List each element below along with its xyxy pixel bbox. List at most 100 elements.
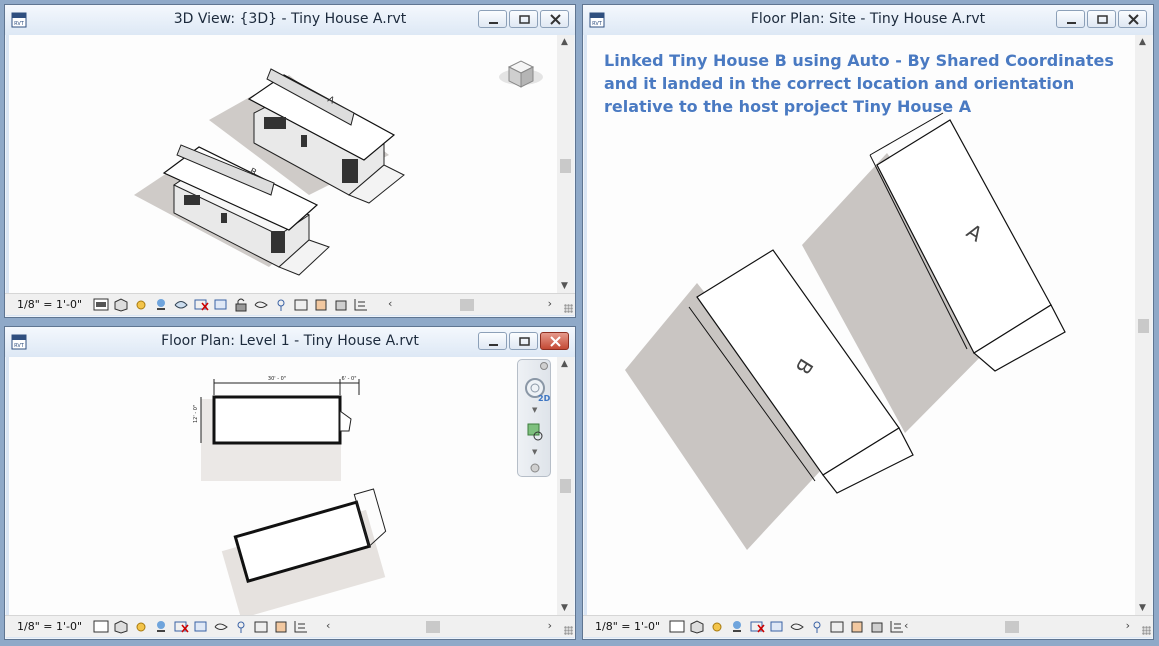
svg-text:▼: ▼: [532, 448, 538, 456]
site-plan-drawing: A B: [625, 112, 1066, 550]
scroll-down-arrow[interactable]: ▼: [561, 603, 568, 613]
detail-level-icon[interactable]: [93, 297, 109, 312]
view-scale[interactable]: 1/8" = 1'-0": [17, 298, 82, 311]
scroll-thumb[interactable]: [560, 159, 571, 173]
3d-model-drawing: A B: [134, 60, 543, 276]
3d-view-canvas[interactable]: A B: [9, 35, 557, 293]
resize-grip[interactable]: [1142, 626, 1151, 635]
window-3d-view[interactable]: RVT 3D View: {3D} - Tiny House A.rvt A B…: [4, 4, 576, 318]
show-crop-region-icon[interactable]: [213, 297, 229, 312]
reveal-hidden-icon[interactable]: [273, 297, 289, 312]
crop-view-icon[interactable]: [193, 297, 209, 312]
scroll-thumb[interactable]: [1005, 621, 1019, 633]
analytical-model-icon[interactable]: [849, 619, 865, 634]
analytical-model-icon[interactable]: [273, 619, 289, 634]
temporary-view-properties-icon[interactable]: [293, 297, 309, 312]
crop-view-icon[interactable]: [173, 619, 189, 634]
sun-path-icon[interactable]: [133, 297, 149, 312]
titlebar[interactable]: RVT Floor Plan: Level 1 - Tiny House A.r…: [5, 327, 575, 357]
reveal-hidden-icon[interactable]: [809, 619, 825, 634]
scroll-right-arrow[interactable]: ›: [548, 619, 552, 632]
unlocked-3d-view-icon[interactable]: [233, 297, 249, 312]
scroll-thumb[interactable]: [1138, 319, 1149, 333]
highlight-displacement-icon[interactable]: [333, 297, 349, 312]
close-button[interactable]: [540, 10, 569, 28]
reveal-constraints-icon[interactable]: [353, 297, 369, 312]
scroll-left-arrow[interactable]: ‹: [904, 619, 908, 632]
reveal-hidden-icon[interactable]: [233, 619, 249, 634]
temporary-view-properties-icon[interactable]: [829, 619, 845, 634]
sun-path-icon[interactable]: [133, 619, 149, 634]
floor-plan-drawing: 30' - 0" 6' - 0" 12' - 0": [193, 376, 387, 615]
restore-button[interactable]: [1087, 10, 1116, 28]
note-line-3: relative to the host project Tiny House …: [604, 97, 972, 116]
view-control-bar: 1/8" = 1'-0" ‹ ›: [583, 615, 1153, 637]
close-button[interactable]: [540, 332, 569, 350]
analytical-model-icon[interactable]: [313, 297, 329, 312]
view-scale[interactable]: 1/8" = 1'-0": [17, 620, 82, 633]
horizontal-scrollbar[interactable]: ‹ ›: [323, 619, 555, 634]
show-crop-region-icon[interactable]: [193, 619, 209, 634]
annotation-note: Linked Tiny House B using Auto - By Shar…: [604, 49, 1114, 118]
resize-grip[interactable]: [564, 304, 573, 313]
view-scale[interactable]: 1/8" = 1'-0": [595, 620, 660, 633]
site-canvas[interactable]: A B Linked Tiny House B using Auto - By …: [587, 35, 1135, 615]
note-line-1: Linked Tiny House B using Auto - By Shar…: [604, 51, 1114, 70]
minimize-button[interactable]: [478, 332, 507, 350]
level1-canvas[interactable]: 30' - 0" 6' - 0" 12' - 0" 2D ▼ ▼: [9, 357, 557, 615]
dimension-side: 6' - 0": [341, 376, 356, 382]
scroll-thumb[interactable]: [560, 479, 571, 493]
minimize-button[interactable]: [1056, 10, 1085, 28]
scroll-down-arrow[interactable]: ▼: [561, 281, 568, 291]
scroll-thumb[interactable]: [426, 621, 440, 633]
horizontal-scrollbar[interactable]: ‹ ›: [901, 619, 1133, 634]
scroll-right-arrow[interactable]: ›: [1126, 619, 1130, 632]
resize-grip[interactable]: [564, 626, 573, 635]
note-line-2: and it landed in the correct location an…: [604, 74, 1075, 93]
scroll-up-arrow[interactable]: ▲: [1139, 37, 1146, 47]
scroll-up-arrow[interactable]: ▲: [561, 37, 568, 47]
restore-button[interactable]: [509, 332, 538, 350]
visual-style-icon[interactable]: [689, 619, 705, 634]
render-icon[interactable]: [173, 297, 189, 312]
close-button[interactable]: [1118, 10, 1147, 28]
navigation-bar-icons: 2D ▼ ▼: [525, 362, 551, 473]
scroll-left-arrow[interactable]: ‹: [326, 619, 330, 632]
window-floor-plan-level1[interactable]: RVT Floor Plan: Level 1 - Tiny House A.r…: [4, 326, 576, 640]
reveal-constraints-icon[interactable]: [293, 619, 309, 634]
crop-view-icon[interactable]: [749, 619, 765, 634]
detail-level-icon[interactable]: [93, 619, 109, 634]
vertical-scrollbar[interactable]: ▲ ▼: [557, 357, 574, 615]
restore-button[interactable]: [509, 10, 538, 28]
minimize-button[interactable]: [478, 10, 507, 28]
scroll-left-arrow[interactable]: ‹: [388, 297, 392, 310]
titlebar[interactable]: RVT 3D View: {3D} - Tiny House A.rvt: [5, 5, 575, 35]
scroll-up-arrow[interactable]: ▲: [561, 359, 568, 369]
vertical-scrollbar[interactable]: ▲ ▼: [1135, 35, 1152, 615]
detail-level-icon[interactable]: [669, 619, 685, 634]
visual-style-icon[interactable]: [113, 297, 129, 312]
sun-path-icon[interactable]: [709, 619, 725, 634]
visual-style-icon[interactable]: [113, 619, 129, 634]
navigation-bar[interactable]: 2D ▼ ▼: [517, 359, 551, 477]
shadows-icon[interactable]: [153, 619, 169, 634]
vertical-scrollbar[interactable]: ▲ ▼: [557, 35, 574, 293]
show-crop-region-icon[interactable]: [769, 619, 785, 634]
horizontal-scrollbar[interactable]: ‹ ›: [385, 297, 555, 312]
scroll-right-arrow[interactable]: ›: [548, 297, 552, 310]
temporary-view-properties-icon[interactable]: [253, 619, 269, 634]
temporary-hide-icon[interactable]: [213, 619, 229, 634]
temporary-hide-icon[interactable]: [789, 619, 805, 634]
shadows-icon[interactable]: [729, 619, 745, 634]
shadows-icon[interactable]: [153, 297, 169, 312]
scroll-thumb[interactable]: [460, 299, 474, 311]
navbar-2d-label: 2D: [538, 394, 551, 403]
svg-text:▼: ▼: [532, 406, 538, 414]
dimension-left: 12' - 0": [193, 405, 199, 423]
view-control-bar: 1/8" = 1'-0" ‹ ›: [5, 293, 575, 315]
scroll-down-arrow[interactable]: ▼: [1139, 603, 1146, 613]
highlight-displacement-icon[interactable]: [869, 619, 885, 634]
titlebar[interactable]: RVT Floor Plan: Site - Tiny House A.rvt: [583, 5, 1153, 35]
temporary-hide-icon[interactable]: [253, 297, 269, 312]
window-floor-plan-site[interactable]: RVT Floor Plan: Site - Tiny House A.rvt: [582, 4, 1154, 640]
